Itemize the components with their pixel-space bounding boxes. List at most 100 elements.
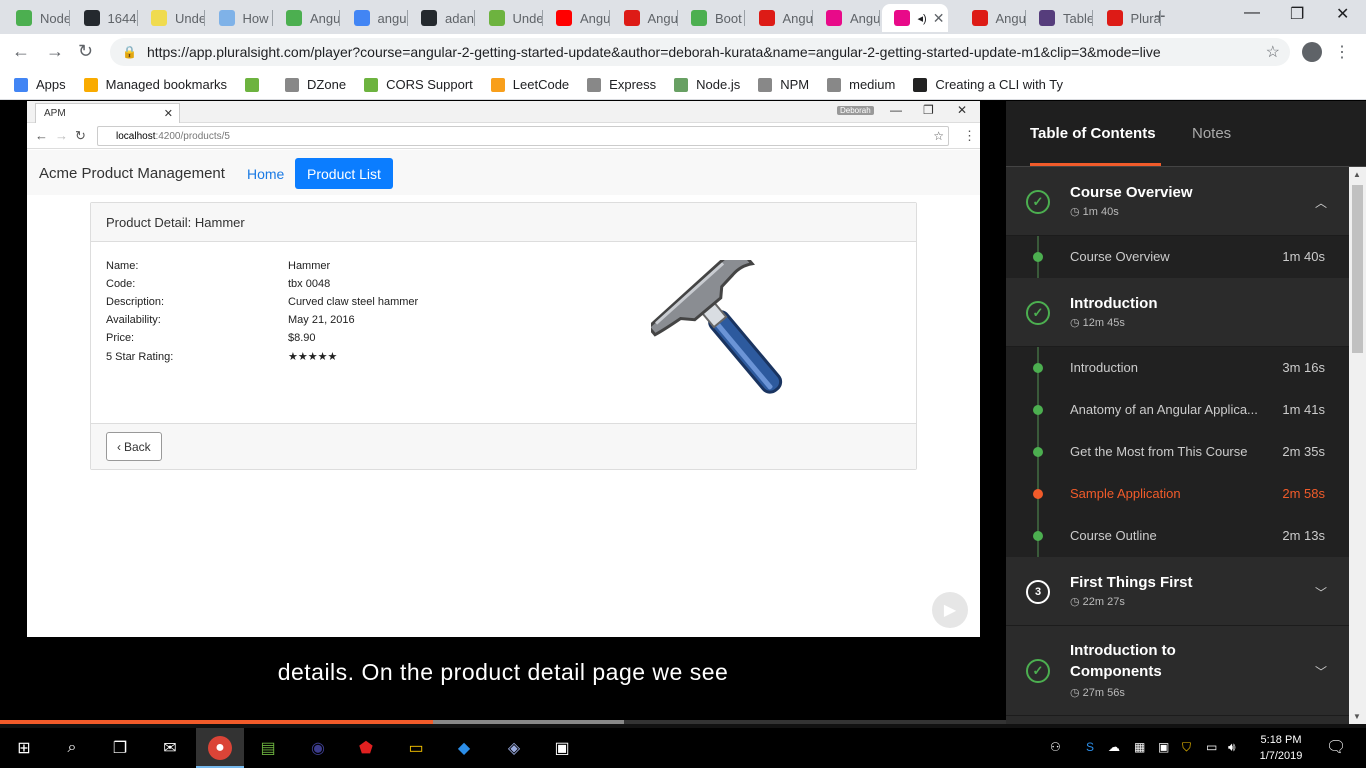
close-tab-icon[interactable]: ✕ (933, 10, 945, 27)
clock-icon: ◷ (1070, 596, 1083, 608)
scroll-down-icon[interactable]: ▼ (1353, 712, 1361, 721)
detail-row: Price: $8.90 (106, 332, 316, 344)
clip-item[interactable]: Course Overview 1m 40s (1006, 236, 1349, 278)
browser-tab[interactable]: adan (409, 4, 475, 32)
power-icon[interactable]: ▭ (1206, 740, 1217, 754)
detail-value: May 21, 2016 (288, 314, 355, 326)
browser-tab[interactable]: Angu (814, 4, 880, 32)
browser-tab[interactable]: Angu (960, 4, 1026, 32)
browser-tab[interactable]: How (207, 4, 273, 32)
notifications-icon[interactable]: 🗨︎ (1326, 737, 1346, 757)
sidebar-scrollbar[interactable]: ▲ ▼ (1349, 167, 1366, 724)
maximize-button[interactable]: ❐ (1290, 4, 1304, 24)
module-header[interactable]: ✓ Introduction ◷ 12m 45s (1006, 278, 1349, 347)
chevron-down-icon[interactable]: ﹀ (1315, 663, 1327, 680)
bookmark-star-icon[interactable]: ☆ (1266, 42, 1280, 62)
minimize-button[interactable]: — (1244, 4, 1260, 22)
clip-item[interactable]: Introduction 3m 16s (1006, 347, 1349, 389)
bookmark-label: NPM (780, 77, 810, 92)
browser-tab[interactable]: Unde (139, 4, 205, 32)
bookmark-item[interactable]: Managed bookmarks (83, 77, 227, 92)
people-icon[interactable]: ⚇ (1050, 740, 1061, 754)
bookmark-item[interactable]: Node.js (674, 77, 740, 92)
browser-tab[interactable]: ◂) ✕ (881, 4, 948, 32)
clip-item[interactable]: Get the Most from This Course 2m 35s (1006, 431, 1349, 473)
detail-value: Hammer (288, 260, 331, 272)
bookmark-item[interactable]: NPM (758, 77, 809, 92)
module-header[interactable]: 3 First Things First ◷ 22m 27s ﹀ (1006, 557, 1349, 626)
card-body: Name: Hammer Code: tbx 0048 Description: Curv… (91, 242, 916, 424)
menu-icon[interactable]: ⋮ (1334, 42, 1350, 62)
module-header[interactable]: ✓ Course Overview ◷ 1m 40s ︿ (1006, 167, 1349, 236)
bookmark-item[interactable]: medium (827, 77, 895, 92)
onedrive-icon[interactable]: ☁ (1108, 740, 1120, 754)
bookmark-label: Node.js (696, 77, 741, 92)
notepad-icon[interactable]: ▤ (256, 736, 280, 760)
close-window-button[interactable]: ✕ (1336, 4, 1349, 24)
browser-tab[interactable]: Angu (274, 4, 340, 32)
browser-tab[interactable]: Angu (747, 4, 813, 32)
task-view-icon[interactable]: ❐ (108, 736, 132, 760)
browser-tab[interactable]: Node (4, 4, 70, 32)
play-overlay-icon[interactable]: ▶ (932, 592, 968, 628)
clip-item[interactable]: Course Outline 2m 13s (1006, 515, 1349, 557)
app-icon[interactable]: ◈ (502, 736, 526, 760)
browser-tab[interactable]: Boot (679, 4, 745, 32)
tab-table-of-contents[interactable]: Table of Contents (1030, 125, 1156, 142)
lock-icon: 🔒 (122, 45, 137, 59)
bookmark-item[interactable]: LeetCode (490, 77, 569, 92)
address-bar[interactable]: 🔒 https://app.pluralsight.com/player?cou… (110, 38, 1290, 66)
bookmark-item[interactable]: Creating a CLI with Ty (913, 77, 1063, 92)
vscode-icon[interactable]: ◆ (452, 736, 476, 760)
check-circle-icon: ✓ (1026, 659, 1050, 683)
module-header[interactable]: ✓ Introduction to Components ◷ 27m 56s ﹀ (1006, 626, 1349, 716)
network-icon[interactable]: ▦ (1134, 740, 1145, 754)
system-clock[interactable]: 5:18 PM 1/7/2019 (1255, 732, 1307, 764)
security-icon[interactable]: ▣ (1158, 740, 1169, 754)
clock-date: 1/7/2019 (1259, 750, 1303, 762)
back-icon[interactable]: ← (12, 41, 30, 62)
bookmark-item[interactable]: CORS Support (364, 77, 473, 92)
chevron-down-icon[interactable]: ﹀ (1315, 584, 1327, 601)
terminal-icon[interactable]: ▣ (550, 736, 574, 760)
chevron-up-icon[interactable]: ︿ (1315, 194, 1327, 211)
inner-tab-strip: APM ✕ Deborah — ❐ ✕ (27, 101, 980, 123)
search-icon[interactable]: ⌕ (60, 736, 84, 760)
bookmark-label: DZone (307, 77, 347, 92)
scrollbar-thumb[interactable] (1352, 185, 1363, 353)
browser-tab[interactable]: Plura (1095, 4, 1161, 32)
eclipse-icon[interactable]: ◉ (306, 736, 330, 760)
bookmark-item[interactable] (245, 77, 267, 92)
favicon-icon (83, 10, 100, 26)
forward-icon[interactable]: → (46, 41, 64, 62)
clip-title: Introduction (1070, 360, 1138, 375)
file-explorer-icon[interactable]: ▭ (404, 736, 428, 760)
browser-tab[interactable]: 1644 (72, 4, 138, 32)
volume-icon[interactable]: 🔊︎ (1228, 740, 1236, 755)
browser-tab[interactable]: angu (342, 4, 408, 32)
acrobat-icon[interactable]: ⬟ (354, 736, 378, 760)
scroll-up-icon[interactable]: ▲ (1353, 170, 1361, 179)
video-frame[interactable]: APM ✕ Deborah — ❐ ✕ ← → ↻ localhost:4200… (27, 101, 980, 637)
tab-notes[interactable]: Notes (1192, 125, 1231, 142)
browser-tab[interactable]: Angu (612, 4, 678, 32)
bookmark-item[interactable]: DZone (285, 77, 346, 92)
reload-icon[interactable]: ↻ (78, 41, 93, 62)
mail-icon[interactable]: ✉ (158, 736, 182, 760)
browser-tab[interactable]: Table (1027, 4, 1093, 32)
clip-item[interactable]: Sample Application 2m 58s (1006, 473, 1349, 515)
detail-label: Availability: (106, 314, 161, 326)
windows-start-icon[interactable]: ⊞ (12, 736, 36, 760)
browser-tab[interactable]: Unde (477, 4, 543, 32)
clip-duration: 2m 35s (1282, 444, 1325, 459)
skype-icon[interactable]: S (1086, 740, 1094, 754)
browser-tab-label: Angu (782, 10, 813, 26)
shield-icon[interactable]: ⛉ (1182, 740, 1191, 755)
account-avatar[interactable] (1302, 42, 1322, 62)
video-player[interactable]: APM ✕ Deborah — ❐ ✕ ← → ↻ localhost:4200… (0, 101, 1006, 724)
chrome-icon[interactable]: ● (208, 736, 232, 760)
clip-item[interactable]: Anatomy of an Angular Applica... 1m 41s (1006, 389, 1349, 431)
bookmark-item[interactable]: Express (587, 77, 656, 92)
bookmark-item[interactable]: Apps (14, 77, 66, 92)
browser-tab[interactable]: Angu (544, 4, 610, 32)
